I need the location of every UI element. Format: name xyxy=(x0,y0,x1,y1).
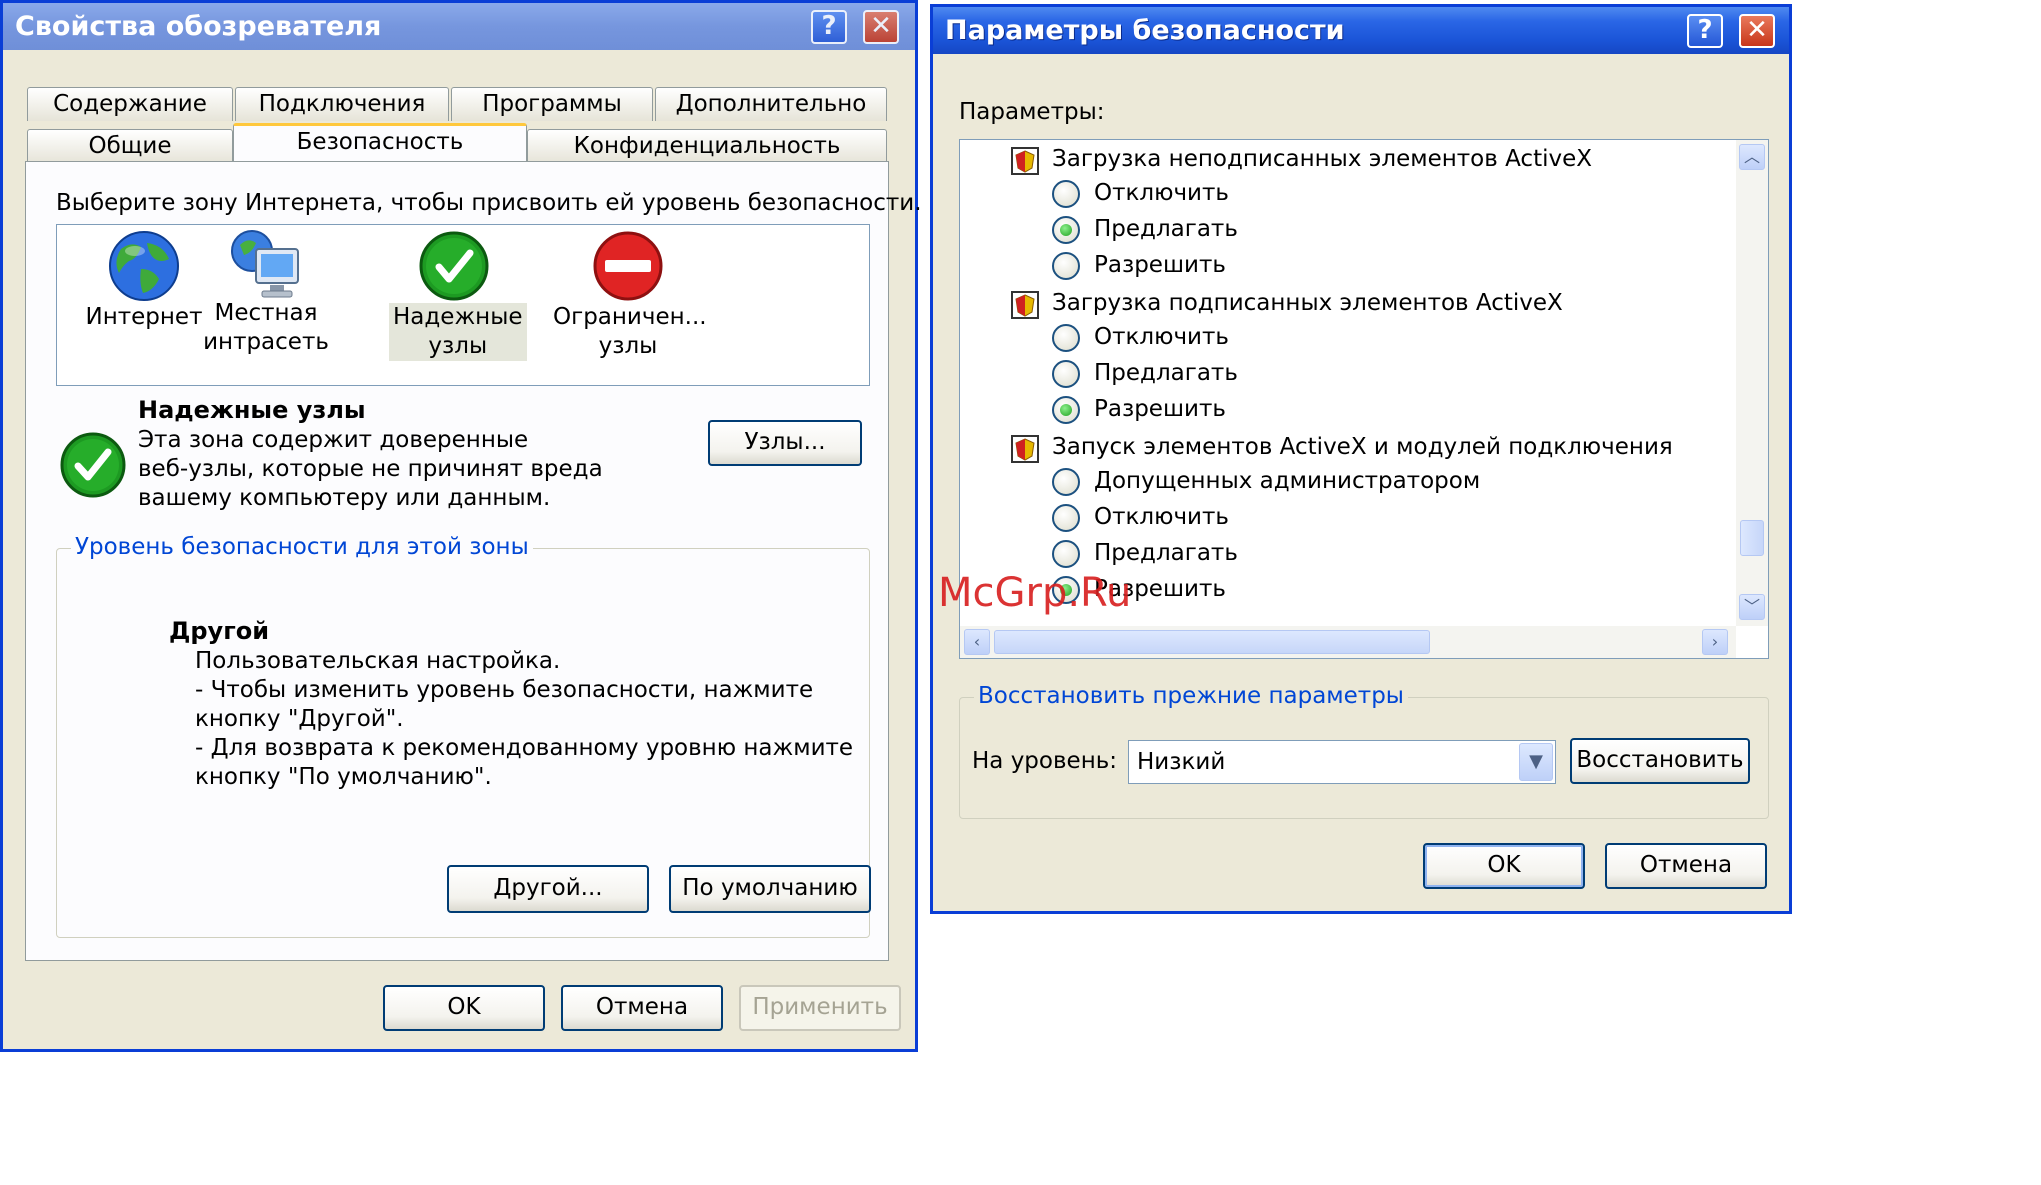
zone-trusted-label-2: узлы xyxy=(428,333,488,359)
setting-title: Загрузка подписанных элементов ActiveX xyxy=(1052,290,1563,316)
vertical-scrollbar[interactable]: ︿ ﹀ xyxy=(1736,140,1768,626)
close-button[interactable]: ✕ xyxy=(1739,14,1775,48)
settings-tree: Загрузка неподписанных элементов ActiveX… xyxy=(960,140,1736,626)
security-settings-titlebar[interactable]: Параметры безопасности xyxy=(933,7,1789,54)
apply-button[interactable]: Применить xyxy=(739,985,901,1031)
default-level-button[interactable]: По умолчанию xyxy=(669,865,871,913)
shield-setting-icon xyxy=(1011,147,1039,175)
zone-restricted-label-1: Ограничен... xyxy=(553,304,707,330)
zone-intranet-label-1: Местная xyxy=(214,300,318,326)
trusted-zone-check-icon xyxy=(60,432,126,498)
help-button[interactable]: ? xyxy=(811,10,847,44)
chevron-down-icon: ▼ xyxy=(1529,751,1543,772)
radio-signed-allow[interactable] xyxy=(1052,396,1080,424)
reset-level-select[interactable]: Низкий ▼ xyxy=(1128,740,1556,784)
tab-advanced[interactable]: Дополнительно xyxy=(655,87,887,121)
security-tab-panel: Выберите зону Интернета, чтобы присвоить… xyxy=(25,161,922,961)
internet-options-titlebar[interactable]: Свойства обозревателя xyxy=(3,3,915,50)
radio-selected-dot xyxy=(1060,404,1072,416)
reset-level-value: Низкий xyxy=(1137,749,1226,775)
zone-restricted[interactable]: Ограничен... узлы xyxy=(553,229,707,361)
tab-content[interactable]: Содержание xyxy=(27,87,233,121)
radio-run-prompt[interactable] xyxy=(1052,540,1080,568)
ok-button[interactable]: OK xyxy=(383,985,545,1031)
ok-button[interactable]: OK xyxy=(1423,843,1585,889)
internet-options-window: Свойства обозревателя ? ✕ Содержание Под… xyxy=(0,0,922,1052)
chevron-left-icon: ‹ xyxy=(973,632,981,651)
zone-restricted-label-2: узлы xyxy=(598,333,658,359)
zone-intranet-label-2: интрасеть xyxy=(203,329,329,355)
tab-connections[interactable]: Подключения xyxy=(235,87,449,121)
close-icon: ✕ xyxy=(870,11,892,41)
reset-group-title: Восстановить прежние параметры xyxy=(974,683,1408,709)
zone-name: Надежные узлы xyxy=(138,396,366,424)
setting-title: Запуск элементов ActiveX и модулей подкл… xyxy=(1052,434,1673,460)
zone-list[interactable]: Интернет Местная интрасеть Надежные узлы… xyxy=(56,224,870,386)
radio-selected-dot xyxy=(1060,224,1072,236)
scroll-down-button[interactable]: ﹀ xyxy=(1739,594,1765,620)
scroll-left-button[interactable]: ‹ xyxy=(964,629,990,655)
radio-unsigned-prompt[interactable] xyxy=(1052,216,1080,244)
scroll-up-button[interactable]: ︿ xyxy=(1739,144,1765,170)
cancel-button[interactable]: Отмена xyxy=(1605,843,1767,889)
zone-description: Эта зона содержит доверенные веб-узлы, к… xyxy=(138,427,603,511)
restricted-no-entry-icon xyxy=(593,231,663,301)
window-title: Свойства обозревателя xyxy=(15,11,382,42)
radio-unsigned-disable[interactable] xyxy=(1052,180,1080,208)
shield-setting-icon xyxy=(1011,291,1039,319)
zone-internet-label: Интернет xyxy=(85,304,203,330)
close-button[interactable]: ✕ xyxy=(863,10,899,44)
close-icon: ✕ xyxy=(1746,15,1768,45)
tab-security[interactable]: Безопасность xyxy=(233,123,527,161)
level-label: На уровень: xyxy=(972,748,1118,774)
custom-level-button[interactable]: Другой... xyxy=(447,865,649,913)
zone-prompt: Выберите зону Интернета, чтобы присвоить… xyxy=(56,190,922,216)
vertical-scroll-thumb[interactable] xyxy=(1740,520,1764,556)
params-label: Параметры: xyxy=(959,99,1105,125)
zone-trusted-label-1: Надежные xyxy=(393,304,523,330)
globe-icon xyxy=(109,231,179,301)
chevron-right-icon: › xyxy=(1711,632,1719,651)
chevron-down-icon: ﹀ xyxy=(1743,597,1760,616)
horizontal-scroll-thumb[interactable] xyxy=(994,630,1430,654)
reset-settings-group: Восстановить прежние параметры На уровен… xyxy=(959,683,1769,819)
dropdown-button[interactable]: ▼ xyxy=(1519,743,1553,781)
radio-signed-disable[interactable] xyxy=(1052,324,1080,352)
radio-unsigned-allow[interactable] xyxy=(1052,252,1080,280)
chevron-up-icon: ︿ xyxy=(1743,147,1760,166)
watermark: McGrp.Ru xyxy=(938,570,1132,616)
setting-title: Загрузка неподписанных элементов ActiveX xyxy=(1052,146,1592,172)
tab-privacy[interactable]: Конфиденциальность xyxy=(527,129,887,163)
level-name: Другой xyxy=(169,617,270,645)
security-level-group: Уровень безопасности для этой зоны Друго… xyxy=(56,534,871,938)
sites-button[interactable]: Узлы... xyxy=(708,420,862,466)
window-title: Параметры безопасности xyxy=(945,15,1345,46)
restore-button[interactable]: Восстановить xyxy=(1570,738,1750,784)
cancel-button[interactable]: Отмена xyxy=(561,985,723,1031)
security-level-group-title: Уровень безопасности для этой зоны xyxy=(71,534,533,560)
help-button[interactable]: ? xyxy=(1687,14,1723,48)
help-icon: ? xyxy=(821,11,837,41)
radio-signed-prompt[interactable] xyxy=(1052,360,1080,388)
radio-run-disable[interactable] xyxy=(1052,504,1080,532)
scroll-right-button[interactable]: › xyxy=(1702,629,1728,655)
trusted-check-icon xyxy=(419,231,489,301)
horizontal-scrollbar[interactable]: ‹ › xyxy=(960,626,1736,658)
tab-general[interactable]: Общие xyxy=(27,129,233,163)
tab-programs[interactable]: Программы xyxy=(451,87,653,121)
shield-setting-icon xyxy=(1011,435,1039,463)
zone-internet[interactable]: Интернет xyxy=(79,229,209,332)
level-description: Пользовательская настройка. - Чтобы изме… xyxy=(195,648,854,790)
security-settings-window: Параметры безопасности ? ✕ Параметры: За… xyxy=(930,4,1792,914)
help-icon: ? xyxy=(1697,15,1713,45)
zone-intranet[interactable]: Местная интрасеть xyxy=(201,227,331,357)
intranet-computer-icon xyxy=(231,230,299,298)
radio-run-admin-approved[interactable] xyxy=(1052,468,1080,496)
zone-trusted[interactable]: Надежные узлы xyxy=(389,229,527,361)
